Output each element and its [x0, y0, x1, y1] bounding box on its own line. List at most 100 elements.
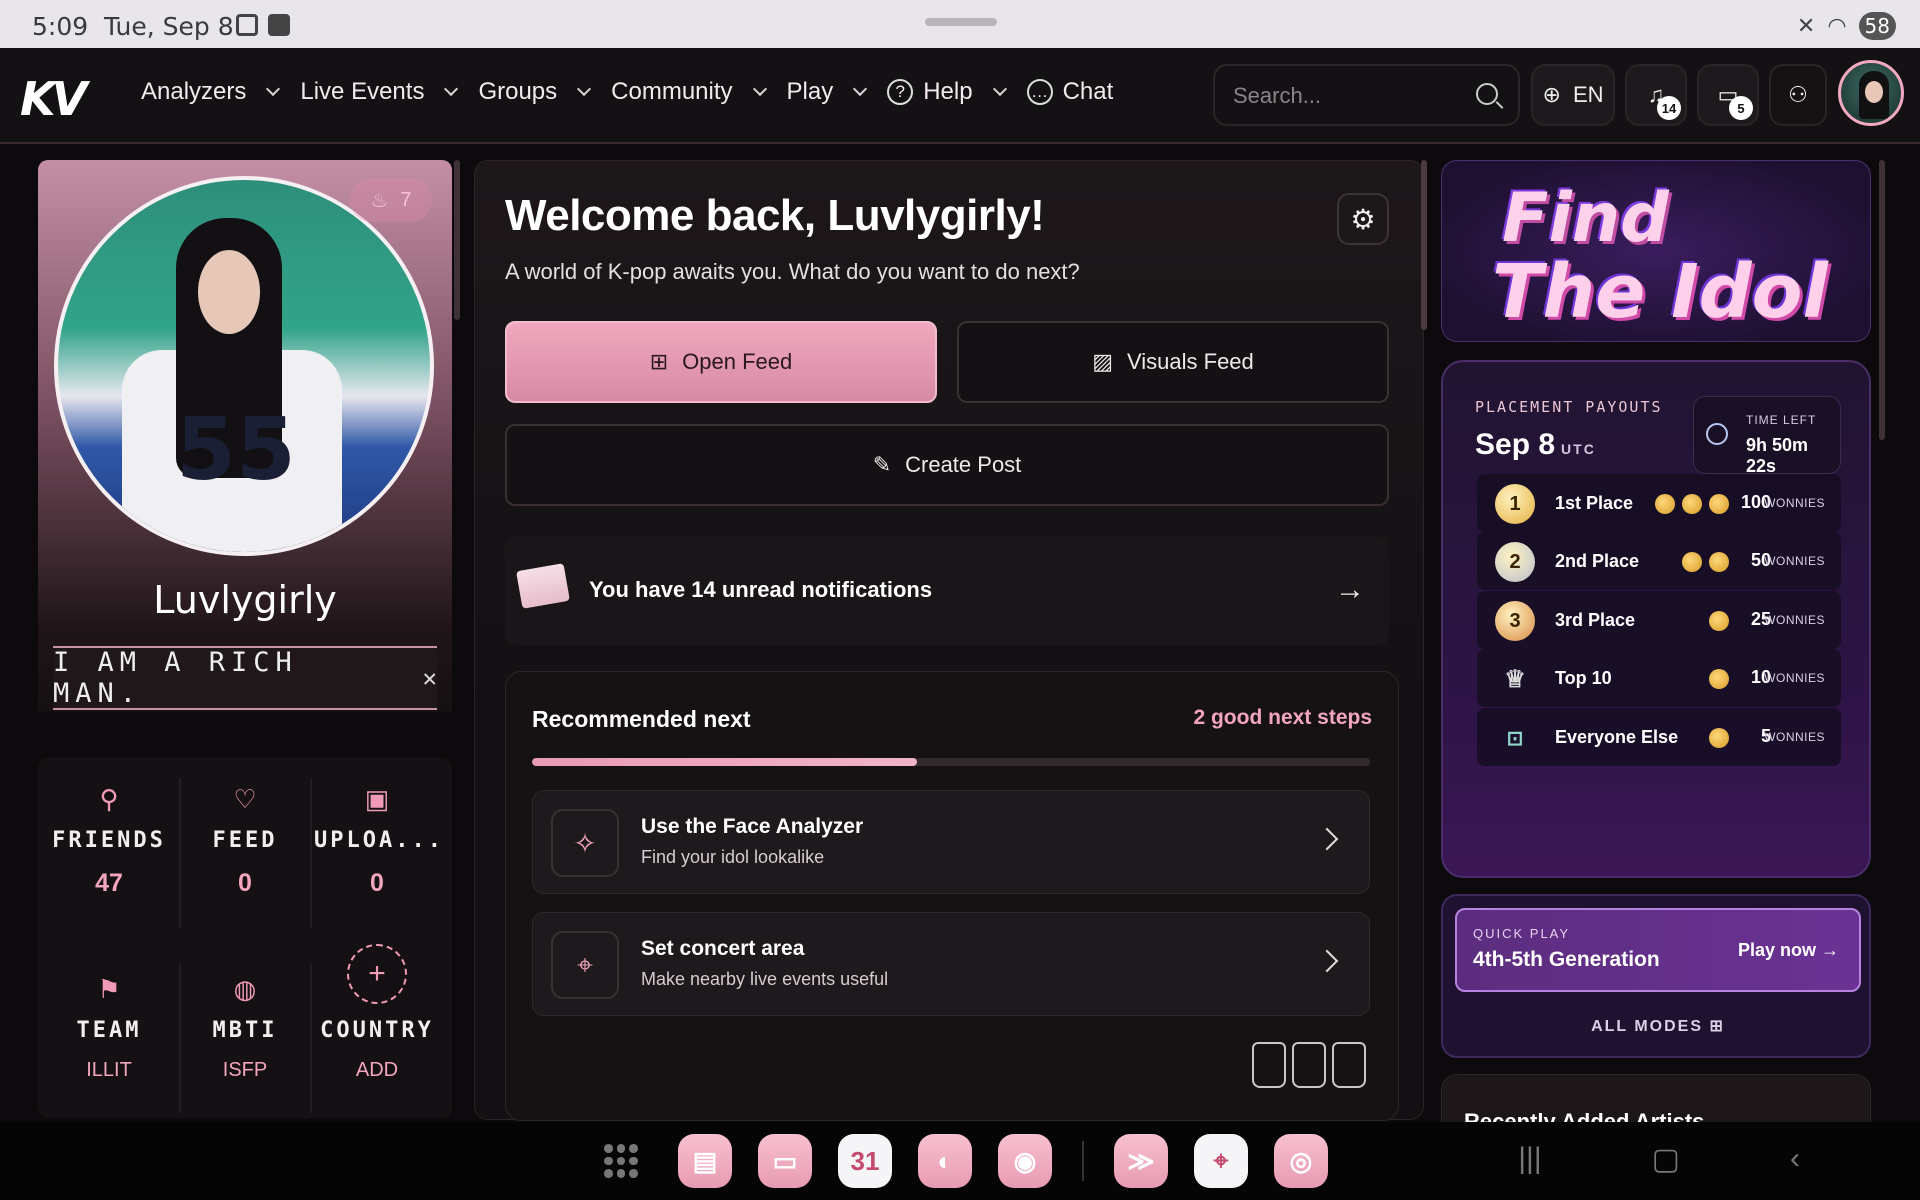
drag-handle[interactable] — [925, 18, 997, 26]
chevron-down-icon — [444, 81, 459, 97]
payout-row: 1 1st Place 100 WONNIES — [1477, 474, 1841, 532]
grid-icon: ⊞ — [649, 349, 669, 374]
create-post-button[interactable]: ✎ Create Post — [505, 424, 1389, 506]
payout-unit: WONNIES — [1764, 554, 1825, 568]
open-feed-button[interactable]: ⊞ Open Feed — [505, 321, 937, 403]
center-scrollbar[interactable] — [1421, 160, 1427, 330]
play-now-link[interactable]: Play now → — [1738, 940, 1839, 961]
coin-icon — [1682, 552, 1702, 572]
left-scrollbar[interactable] — [454, 160, 460, 320]
payout-unit: WONNIES — [1764, 613, 1825, 627]
coin-icon — [1682, 494, 1702, 514]
globe-icon: ⊕ — [1542, 82, 1561, 107]
payout-row: 3 3rd Place 25 WONNIES — [1477, 591, 1841, 649]
avatar[interactable] — [1838, 60, 1904, 126]
envelope-icon — [516, 563, 570, 609]
checkbox-icon — [268, 14, 290, 36]
stat-uploads[interactable]: ▣ UPLOA... 0 — [314, 784, 441, 898]
notes-app-icon[interactable]: ▤ — [678, 1134, 732, 1188]
nav-item-play[interactable]: Play — [787, 78, 868, 106]
folder-app-icon[interactable]: ▭ — [758, 1134, 812, 1188]
quick-play-button[interactable]: QUICK PLAY 4th-5th Generation Play now → — [1455, 908, 1861, 992]
page-title: Welcome back, Luvlygirly! — [505, 191, 1045, 240]
stat-feed[interactable]: ♡ FEED 0 — [182, 784, 308, 898]
notifications-banner[interactable]: You have 14 unread notifications → — [505, 537, 1389, 645]
messages-badge: 5 — [1729, 96, 1753, 120]
profile-motto: I AM A RICH MAN. ✕ — [53, 646, 437, 710]
settings-button[interactable]: ⚙ — [1337, 193, 1389, 245]
browser-app-icon[interactable]: ◐ — [918, 1134, 972, 1188]
nav-item-live-events[interactable]: Live Events — [300, 78, 459, 106]
top-navigation: KV Analyzers Live Events Groups Communit… — [0, 48, 1920, 144]
progress-fill — [532, 758, 918, 766]
profile-card: 55 ♨ 7 Luvlygirly I AM A RICH MAN. ✕ — [38, 160, 452, 712]
camera-app-icon[interactable]: ◉ — [998, 1134, 1052, 1188]
edit-icon: ✎ — [872, 452, 892, 477]
add-circle-icon[interactable]: + — [347, 944, 407, 1004]
nav-item-community[interactable]: Community — [611, 78, 767, 106]
messages-button[interactable]: ▭ 5 — [1697, 64, 1759, 126]
recommended-count: 2 good next steps — [1193, 706, 1372, 729]
home-button[interactable]: ▢ — [1652, 1142, 1680, 1177]
brain-icon: ◍ — [233, 974, 257, 1004]
nav-item-analyzers[interactable]: Analyzers — [141, 78, 281, 106]
kv-app-icon[interactable]: ≫ — [1114, 1134, 1168, 1188]
payout-unit: WONNIES — [1764, 496, 1825, 510]
stat-team[interactable]: ⚑ TEAM ILLIT — [46, 974, 172, 1082]
step-face-analyzer[interactable]: ✧ Use the Face Analyzer Find your idol l… — [532, 790, 1370, 894]
notifications-button[interactable]: ♫ 14 — [1625, 64, 1687, 126]
search-icon[interactable] — [1476, 83, 1498, 105]
coin-icon — [1709, 494, 1729, 514]
notifications-badge: 14 — [1657, 96, 1681, 120]
maps-app-icon[interactable]: ⌖ — [1194, 1134, 1248, 1188]
site-logo[interactable]: KV — [20, 72, 87, 126]
language-selector[interactable]: ⊕ EN — [1531, 64, 1615, 126]
chevron-down-icon — [853, 81, 868, 97]
nav-item-help[interactable]: ? Help — [887, 78, 1007, 106]
wifi-icon: ◠ — [1827, 13, 1847, 38]
chevron-right-icon — [1315, 827, 1339, 851]
recents-button[interactable]: ||| — [1518, 1142, 1541, 1177]
search-input[interactable]: Search... — [1213, 64, 1520, 126]
profile-photo[interactable]: 55 — [54, 176, 434, 556]
arrow-right-icon: → — [1335, 573, 1365, 606]
battery-indicator: 58 — [1858, 12, 1896, 40]
app-drawer-icon[interactable] — [604, 1144, 638, 1178]
payout-label: Top 10 — [1555, 668, 1612, 688]
system-dock: ▤ ▭ 31 ◐ ◉ ≫ ⌖ ◎ ||| ▢ ‹ — [0, 1122, 1920, 1200]
nav-item-groups[interactable]: Groups — [478, 78, 592, 106]
all-modes-link[interactable]: ALL MODES ⊞ — [1443, 1016, 1873, 1036]
chevron-down-icon — [752, 81, 767, 97]
gear-icon: ⚙ — [1350, 203, 1376, 235]
close-icon[interactable]: ✕ — [423, 664, 437, 692]
chevron-down-icon — [992, 81, 1007, 97]
ticket-icon: ⊡ — [1506, 727, 1524, 750]
welcome-panel: Welcome back, Luvlygirly! A world of K-p… — [474, 160, 1424, 1121]
stat-friends[interactable]: ⚲ FRIENDS 47 — [46, 784, 172, 898]
right-scrollbar[interactable] — [1879, 160, 1885, 440]
back-button[interactable]: ‹ — [1790, 1142, 1800, 1177]
calendar-app-icon[interactable]: 31 — [838, 1134, 892, 1188]
profile-username: Luvlygirly — [153, 578, 337, 622]
coin-icon — [1709, 669, 1729, 689]
help-circle-icon: ? — [887, 79, 914, 105]
jar-icon — [1292, 1042, 1326, 1088]
chrome-app-icon[interactable]: ◎ — [1274, 1134, 1328, 1188]
image-icon: ▣ — [364, 784, 390, 814]
stat-mbti[interactable]: ◍ MBTI ISFP — [182, 974, 308, 1082]
stat-country[interactable]: + COUNTRY ADD — [314, 944, 440, 1082]
find-the-idol-banner[interactable]: Find The Idol — [1441, 160, 1871, 342]
payout-label: Everyone Else — [1555, 727, 1679, 747]
payout-label: 1st Place — [1555, 493, 1634, 513]
friends-button[interactable]: ⚇ — [1769, 64, 1827, 126]
users-icon: ⚇ — [1788, 82, 1808, 107]
payout-row: ♕ Top 10 10 WONNIES — [1477, 649, 1841, 707]
medal-icon: 3 — [1495, 601, 1535, 641]
nav-item-chat[interactable]: … Chat — [1026, 78, 1113, 106]
nav-menu: Analyzers Live Events Groups Community P… — [141, 78, 1135, 106]
step-concert-area[interactable]: ⌖ Set concert area Make nearby live even… — [532, 912, 1370, 1016]
visuals-feed-button[interactable]: ▨ Visuals Feed — [957, 321, 1389, 403]
payout-unit: WONNIES — [1764, 730, 1825, 744]
placement-payouts-card: PLACEMENT PAYOUTS Sep 8 UTC TIME LEFT 9h … — [1441, 360, 1871, 878]
recommended-progress — [532, 758, 1370, 766]
